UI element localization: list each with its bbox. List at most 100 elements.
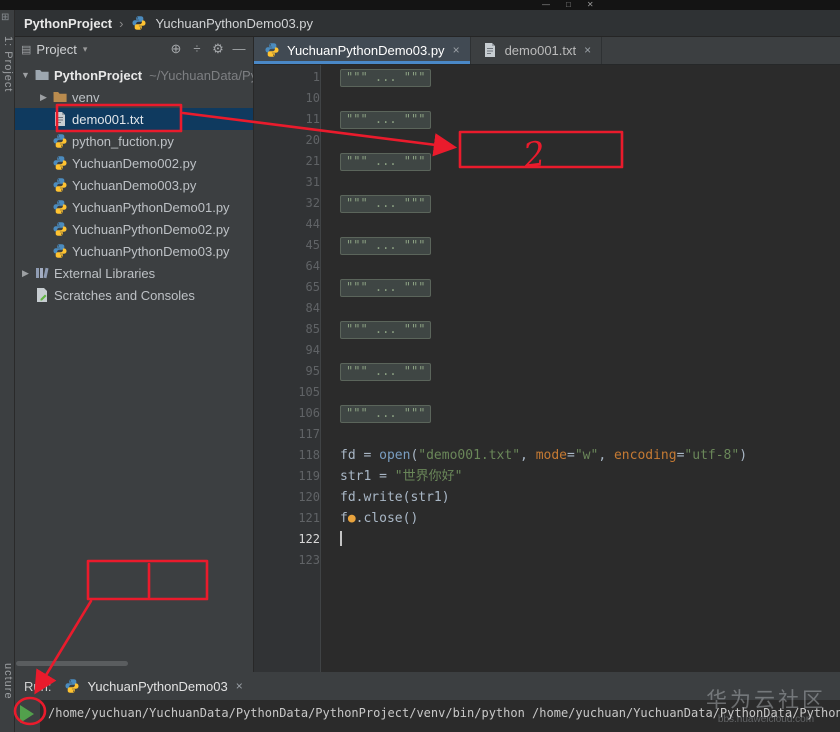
close-tab-icon[interactable]: ×: [584, 43, 591, 57]
tree-item-label: demo001.txt: [72, 111, 144, 127]
editor-line-94[interactable]: 94: [253, 340, 840, 361]
tool-windows-grid-icon[interactable]: ⊞: [1, 12, 9, 23]
line-number: 121: [298, 511, 320, 525]
code-token: fd.write(str1): [340, 490, 450, 505]
folded-docstring[interactable]: """ ... """: [340, 362, 432, 381]
editor-line-117[interactable]: 117: [253, 424, 840, 445]
run-tab[interactable]: YuchuanPythonDemo03 ×: [63, 678, 243, 694]
pycharm-window: — □ ✕ PythonProject › YuchuanPythonDemo03.…: [0, 0, 840, 732]
folded-docstring[interactable]: """ ... """: [340, 110, 432, 129]
collapse-all-icon[interactable]: ÷: [187, 41, 207, 57]
settings-gear-icon[interactable]: ⚙: [208, 41, 228, 57]
editor-line-106[interactable]: 106 """ ... """: [253, 403, 840, 424]
run-console[interactable]: /home/yuchuan/YuchuanData/PythonData/Pyt…: [40, 700, 840, 732]
tree-item-yuchuandemo003-py[interactable]: YuchuanDemo003.py: [14, 174, 253, 196]
run-button[interactable]: [20, 705, 34, 723]
tree-item-label: venv: [72, 89, 100, 105]
editor-line-119[interactable]: 119 str1 = "世界你好": [253, 466, 840, 487]
tree-item-python-fuction-py[interactable]: python_fuction.py: [14, 130, 253, 152]
chevron-right-icon[interactable]: ▶: [18, 268, 33, 279]
python-file-icon: [51, 243, 69, 259]
editor-line-10[interactable]: 10: [253, 88, 840, 109]
window-minimize-icon[interactable]: —: [542, 0, 550, 10]
code-content: f●.close(): [334, 508, 418, 529]
editor-tab-yuchuanpythondemo03-py[interactable]: YuchuanPythonDemo03.py ×: [253, 36, 471, 64]
close-tab-icon[interactable]: ×: [453, 43, 460, 57]
code-token: fd =: [340, 448, 380, 463]
chevron-down-icon[interactable]: ▾: [83, 44, 88, 55]
editor-line-84[interactable]: 84: [253, 298, 840, 319]
editor-line-105[interactable]: 105: [253, 382, 840, 403]
editor-line-121[interactable]: 121 f●.close(): [253, 508, 840, 529]
tree-item-path: ~/YuchuanData/PythonData/PythonProject: [149, 67, 253, 83]
editor-line-123[interactable]: 123: [253, 550, 840, 571]
code-editor[interactable]: 1 """ ... """ 10 11 """ ... """ 20 21 """ ... "…: [253, 65, 840, 673]
scratches-icon: [33, 287, 51, 303]
code-content: [334, 340, 340, 361]
folded-docstring[interactable]: """ ... """: [340, 68, 432, 87]
editor-tab-demo001-txt[interactable]: demo001.txt ×: [471, 36, 603, 64]
window-close-icon[interactable]: ✕: [587, 0, 594, 10]
hide-panel-icon[interactable]: —: [229, 41, 249, 57]
code-token: "w": [574, 448, 599, 463]
line-number: 119: [298, 469, 320, 483]
tree-item-pythonproject[interactable]: ▼ PythonProject ~/YuchuanData/PythonData/P…: [14, 64, 253, 86]
tree-item-yuchuanpythondemo02-py[interactable]: YuchuanPythonDemo02.py: [14, 218, 253, 240]
breadcrumb-project[interactable]: PythonProject: [24, 16, 112, 31]
tree-item-yuchuanpythondemo03-py[interactable]: YuchuanPythonDemo03.py: [14, 240, 253, 262]
tree-item-venv[interactable]: ▶ venv: [14, 86, 253, 108]
project-tree: ▼ PythonProject ~/YuchuanData/PythonData/P…: [14, 62, 253, 306]
editor-line-44[interactable]: 44: [253, 214, 840, 235]
tree-item-demo001-txt[interactable]: demo001.txt: [14, 108, 253, 130]
editor-line-95[interactable]: 95 """ ... """: [253, 361, 840, 382]
chevron-down-icon[interactable]: ▼: [18, 70, 33, 80]
editor-line-45[interactable]: 45 """ ... """: [253, 235, 840, 256]
tree-item-external-libraries[interactable]: ▶ External Libraries: [14, 262, 253, 284]
locate-file-icon[interactable]: ⊕: [166, 41, 186, 57]
code-content: """ ... """: [334, 193, 432, 214]
tree-item-label: python_fuction.py: [72, 133, 174, 149]
editor-line-64[interactable]: 64: [253, 256, 840, 277]
editor-line-21[interactable]: 21 """ ... """: [253, 151, 840, 172]
chevron-right-icon[interactable]: ▶: [36, 92, 51, 103]
python-file-icon: [51, 155, 69, 171]
folded-docstring[interactable]: """ ... """: [340, 152, 432, 171]
text-cursor: [340, 530, 342, 546]
editor-line-32[interactable]: 32 """ ... """: [253, 193, 840, 214]
editor-line-85[interactable]: 85 """ ... """: [253, 319, 840, 340]
tree-item-yuchuanpythondemo01-py[interactable]: YuchuanPythonDemo01.py: [14, 196, 253, 218]
horizontal-scrollbar[interactable]: [16, 661, 128, 666]
tool-button-project[interactable]: 1: Project: [0, 36, 14, 92]
tree-item-yuchuandemo002-py[interactable]: YuchuanDemo002.py: [14, 152, 253, 174]
line-number: 45: [305, 238, 320, 252]
editor-line-120[interactable]: 120 fd.write(str1): [253, 487, 840, 508]
editor-line-65[interactable]: 65 """ ... """: [253, 277, 840, 298]
folded-docstring[interactable]: """ ... """: [340, 236, 432, 255]
editor-line-20[interactable]: 20: [253, 130, 840, 151]
tree-item-scratches-and-consoles[interactable]: Scratches and Consoles: [14, 284, 253, 306]
console-command: /home/yuchuan/YuchuanData/PythonData/Pyt…: [48, 706, 840, 720]
folded-docstring[interactable]: """ ... """: [340, 194, 432, 213]
tool-button-structure[interactable]: ucture: [0, 663, 14, 700]
editor-line-31[interactable]: 31: [253, 172, 840, 193]
code-token: open: [379, 448, 411, 463]
window-maximize-icon[interactable]: □: [566, 0, 571, 10]
folded-docstring[interactable]: """ ... """: [340, 404, 432, 423]
folded-docstring[interactable]: """ ... """: [340, 320, 432, 339]
editor-line-11[interactable]: 11 """ ... """: [253, 109, 840, 130]
breadcrumb-file[interactable]: YuchuanPythonDemo03.py: [155, 16, 313, 31]
code-token: "utf-8": [684, 448, 740, 463]
tree-item-label: YuchuanPythonDemo01.py: [72, 199, 230, 215]
project-panel-header: ▤ Project ▾ ⊕ ÷ ⚙ —: [14, 36, 253, 62]
python-file-icon: [263, 42, 281, 58]
editor-line-1[interactable]: 1 """ ... """: [253, 67, 840, 88]
folded-docstring[interactable]: """ ... """: [340, 278, 432, 297]
code-content: [334, 529, 342, 550]
code-content: [334, 214, 340, 235]
code-content: """ ... """: [334, 403, 432, 424]
editor-line-122[interactable]: 122: [253, 529, 840, 550]
breadcrumb-separator-icon: ›: [119, 15, 124, 31]
editor-line-118[interactable]: 118 fd = open("demo001.txt", mode="w", en…: [253, 445, 840, 466]
close-run-tab-icon[interactable]: ×: [236, 679, 243, 693]
project-panel-title[interactable]: Project: [36, 42, 76, 57]
